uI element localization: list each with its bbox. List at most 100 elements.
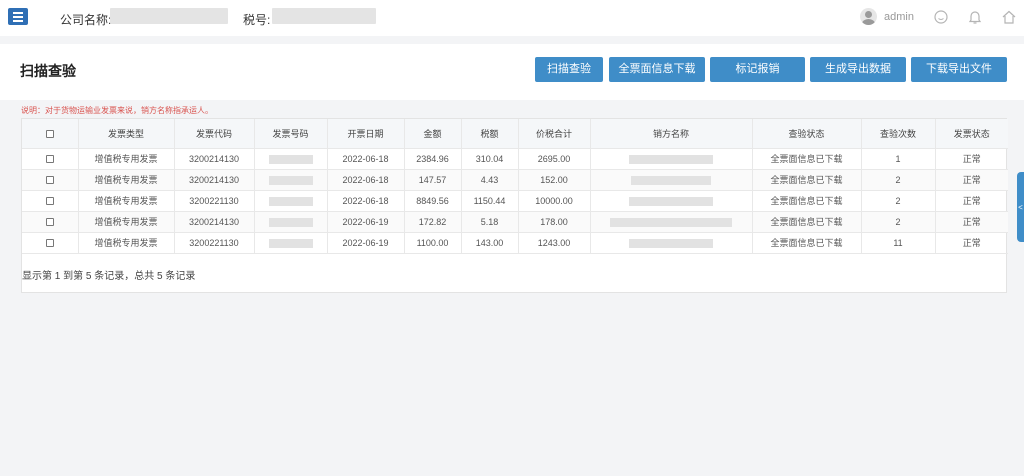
cell-verify-count: 2 [861,211,936,233]
cell-invoice-type: 增值税专用发票 [78,190,175,212]
top-bar: 公司名称: 税号: admin [0,0,1024,36]
cell-issue-date: 2022-06-18 [327,169,405,191]
cell-invoice-type: 增值税专用发票 [78,148,175,170]
cell-invoice-number-redacted [254,148,328,170]
header-issue-date[interactable]: 开票日期 [327,119,405,149]
header-select-all[interactable] [22,119,79,149]
row-checkbox[interactable] [45,155,54,164]
cell-issue-date: 2022-06-18 [327,190,405,212]
row-select-cell[interactable] [22,169,79,191]
header-tax[interactable]: 税额 [461,119,519,149]
user-avatar[interactable] [860,8,877,25]
cell-invoice-code: 3200214130 [174,211,255,233]
company-name-label: 公司名称: [60,13,112,27]
row-select-cell[interactable] [22,232,79,254]
redacted-value [629,154,713,164]
cell-verify-status: 全票面信息已下载 [752,169,862,191]
cell-invoice-code: 3200221130 [174,232,255,254]
header-verify-count[interactable]: 查验次数 [861,119,936,149]
header-total[interactable]: 价税合计 [518,119,591,149]
table-row[interactable]: 增值税专用发票 3200214130 2022-06-18 2384.96 31… [22,148,1008,170]
cell-invoice-number-redacted [254,169,328,191]
header-invoice-code[interactable]: 发票代码 [174,119,255,149]
cell-issue-date: 2022-06-19 [327,211,405,233]
cell-amount: 8849.56 [404,190,462,212]
cell-seller-name-redacted [590,232,753,254]
company-name-value-redacted [110,8,228,24]
table-row[interactable]: 增值税专用发票 3200214130 2022-06-19 172.82 5.1… [22,211,1008,233]
cell-verify-status: 全票面信息已下载 [752,190,862,212]
cell-tax: 143.00 [461,232,519,254]
menu-toggle-button[interactable] [8,8,28,25]
chat-icon[interactable] [933,9,949,25]
table-row[interactable]: 增值税专用发票 3200221130 2022-06-18 8849.56 11… [22,190,1008,212]
cell-invoice-code: 3200214130 [174,169,255,191]
bell-icon[interactable] [967,9,983,25]
header-seller-name[interactable]: 销方名称 [590,119,753,149]
table-row[interactable]: 增值税专用发票 3200214130 2022-06-18 147.57 4.4… [22,169,1008,191]
cell-issue-date: 2022-06-18 [327,148,405,170]
hamburger-icon-line [13,19,23,22]
tax-number-label: 税号: [243,13,271,27]
cell-seller-name-redacted [590,169,753,191]
cell-amount: 2384.96 [404,148,462,170]
row-select-cell[interactable] [22,211,79,233]
cell-seller-name-redacted [590,190,753,212]
invoice-table-panel: 发票类型 发票代码 发票号码 开票日期 金额 税额 价税合计 销方名称 查验状态… [21,118,1008,293]
select-all-checkbox[interactable] [45,129,54,138]
table-header-row: 发票类型 发票代码 发票号码 开票日期 金额 税额 价税合计 销方名称 查验状态… [22,119,1008,149]
chevron-left-icon: < [1018,202,1023,212]
row-select-cell[interactable] [22,148,79,170]
side-panel-toggle[interactable]: < [1017,172,1024,242]
tax-number-value-redacted [272,8,376,24]
header-verify-status[interactable]: 查验状态 [752,119,862,149]
cell-invoice-number-redacted [254,190,328,212]
row-checkbox[interactable] [45,176,54,185]
cell-verify-count: 11 [861,232,936,254]
cell-amount: 172.82 [404,211,462,233]
cell-invoice-type: 增值税专用发票 [78,211,175,233]
cell-amount: 1100.00 [404,232,462,254]
redacted-value [268,238,313,248]
cell-invoice-code: 3200214130 [174,148,255,170]
instruction-note: 说明：对于货物运输业发票来说，销方名称指承运人。 [21,106,213,115]
hamburger-icon-line [13,11,23,14]
cell-invoice-status: 正常 [935,148,1008,170]
header-invoice-status[interactable]: 发票状态 [935,119,1008,149]
redacted-value [268,196,313,206]
cell-verify-count: 1 [861,148,936,170]
row-select-cell[interactable] [22,190,79,212]
cell-seller-name-redacted [590,211,753,233]
download-full-invoice-info-button[interactable]: 全票面信息下载 [609,57,705,82]
cell-tax: 310.04 [461,148,519,170]
header-invoice-number[interactable]: 发票号码 [254,119,328,149]
redacted-value [610,217,732,227]
cell-verify-status: 全票面信息已下载 [752,148,862,170]
scan-verify-button[interactable]: 扫描查验 [535,57,603,82]
cell-invoice-status: 正常 [935,211,1008,233]
download-export-file-button[interactable]: 下载导出文件 [911,57,1007,82]
cell-amount: 147.57 [404,169,462,191]
header-amount[interactable]: 金额 [404,119,462,149]
cell-issue-date: 2022-06-19 [327,232,405,254]
header-invoice-type[interactable]: 发票类型 [78,119,175,149]
table-row[interactable]: 增值税专用发票 3200221130 2022-06-19 1100.00 14… [22,232,1008,254]
cell-invoice-number-redacted [254,211,328,233]
row-checkbox[interactable] [45,239,54,248]
redacted-value [631,175,711,185]
username[interactable]: admin [884,11,914,23]
row-checkbox[interactable] [45,197,54,206]
redacted-value [268,217,313,227]
generate-export-data-button[interactable]: 生成导出数据 [810,57,906,82]
row-checkbox[interactable] [45,218,54,227]
cell-seller-name-redacted [590,148,753,170]
invoice-table: 发票类型 发票代码 发票号码 开票日期 金额 税额 价税合计 销方名称 查验状态… [22,119,1008,254]
redacted-value [629,238,713,248]
mark-reimbursed-button[interactable]: 标记报销 [710,57,805,82]
cell-tax: 1150.44 [461,190,519,212]
pagination-info: 显示第 1 到第 5 条记录，总共 5 条记录 [22,271,196,282]
home-icon[interactable] [1001,9,1017,25]
cell-verify-status: 全票面信息已下载 [752,211,862,233]
redacted-value [268,175,313,185]
cell-total: 1243.00 [518,232,591,254]
